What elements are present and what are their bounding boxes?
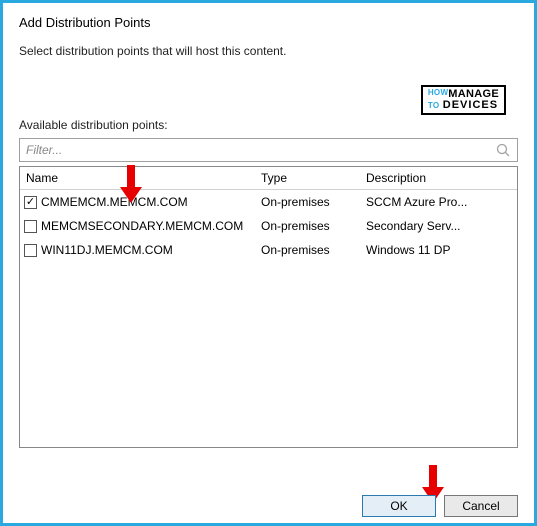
dialog-subtitle: Select distribution points that will hos… [19, 44, 518, 58]
grid-body: CMMEMCM.MEMCM.COM On-premises SCCM Azure… [20, 190, 517, 262]
row-desc: Secondary Serv... [360, 215, 517, 237]
filter-input[interactable] [20, 139, 487, 161]
table-row[interactable]: WIN11DJ.MEMCM.COM On-premises Windows 11… [20, 238, 517, 262]
row-type: On-premises [255, 239, 360, 261]
row-desc: SCCM Azure Pro... [360, 191, 517, 213]
row-name: MEMCMSECONDARY.MEMCM.COM [41, 219, 243, 233]
distribution-points-grid[interactable]: Name Type Description CMMEMCM.MEMCM.COM … [19, 166, 518, 448]
checkbox[interactable] [24, 244, 37, 257]
grid-header: Name Type Description [20, 167, 517, 190]
checkbox[interactable] [24, 196, 37, 209]
filter-box[interactable] [19, 138, 518, 162]
row-type: On-premises [255, 191, 360, 213]
row-desc: Windows 11 DP [360, 239, 517, 261]
available-label: Available distribution points: [19, 118, 518, 132]
row-name: WIN11DJ.MEMCM.COM [41, 243, 173, 257]
table-row[interactable]: CMMEMCM.MEMCM.COM On-premises SCCM Azure… [20, 190, 517, 214]
row-type: On-premises [255, 215, 360, 237]
table-row[interactable]: MEMCMSECONDARY.MEMCM.COM On-premises Sec… [20, 214, 517, 238]
column-header-description[interactable]: Description [360, 167, 517, 189]
dialog-title: Add Distribution Points [19, 15, 518, 30]
search-icon[interactable] [495, 142, 511, 158]
watermark-logo: HOWMANAGE TO DEVICES [421, 85, 506, 115]
row-name: CMMEMCM.MEMCM.COM [41, 195, 188, 209]
ok-button[interactable]: OK [362, 495, 436, 517]
cancel-button[interactable]: Cancel [444, 495, 518, 517]
button-bar: OK Cancel [362, 495, 518, 517]
column-header-type[interactable]: Type [255, 167, 360, 189]
checkbox[interactable] [24, 220, 37, 233]
column-header-name[interactable]: Name [20, 167, 255, 189]
